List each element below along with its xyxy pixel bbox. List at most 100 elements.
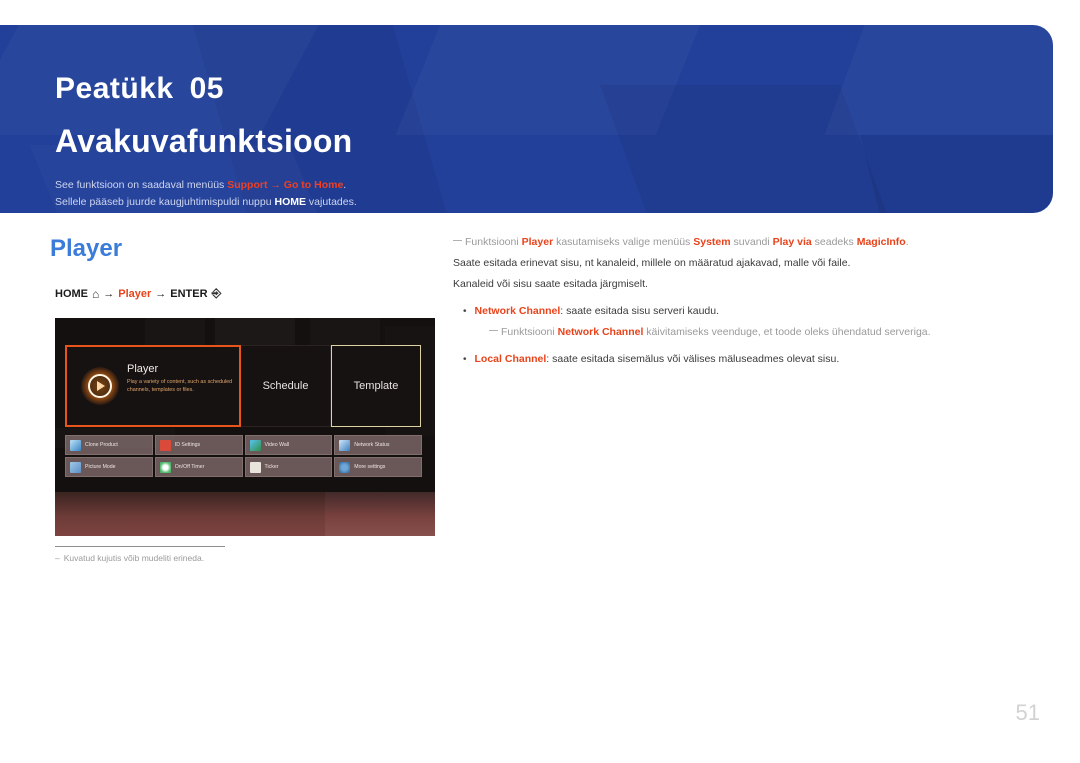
arrow-icon: →	[270, 179, 281, 191]
bullet-network-channel: • Network Channel: saate esitada sisu se…	[453, 301, 1033, 322]
ticker-icon	[249, 461, 261, 473]
note-dash-icon	[489, 329, 498, 332]
grid-item-label: Picture Mode	[85, 464, 116, 470]
caption-text: Kuvatud kujutis võib mudeliti erineda.	[63, 553, 205, 563]
tile-schedule[interactable]: Schedule	[241, 345, 331, 427]
breadcrumb-home: HOME	[55, 287, 88, 300]
breadcrumb-player: Player	[118, 287, 152, 300]
home-tiles: Player Play a variety of content, such a…	[65, 345, 421, 427]
figure-caption: – Kuvatud kujutis võib mudeliti erineda.	[55, 553, 204, 563]
grid-item-network-status[interactable]: Network Status	[334, 435, 422, 455]
clone-product-icon	[70, 439, 81, 451]
paragraph-2: Kanaleid või sisu saate esitada järgmise…	[453, 278, 648, 290]
grid-item-label: More settings	[354, 464, 386, 470]
note-text: suvandi	[730, 236, 773, 248]
chapter-banner: Peatükk 05 Avakuvafunktsioon See funktsio…	[0, 25, 1053, 213]
caption-dash: –	[55, 553, 60, 563]
note-text: käivitamiseks veenduge, et toode oleks ü…	[643, 326, 931, 338]
network-status-icon	[339, 439, 351, 451]
arrow-icon: →	[155, 287, 167, 300]
banner-note: See funktsioon on saadaval menüüs Suppor…	[55, 177, 357, 211]
tile-schedule-label: Schedule	[262, 380, 309, 392]
body-content: Funktsiooni Player kasutamiseks valige m…	[453, 232, 1033, 370]
banner-note-line-1: See funktsioon on saadaval menüüs Suppor…	[55, 177, 357, 194]
tile-template[interactable]: Template	[331, 345, 421, 427]
tile-template-label: Template	[353, 380, 399, 392]
term-network-channel: Network Channel	[557, 326, 644, 338]
breadcrumb: HOME ⌂ → Player → ENTER ⎆	[55, 286, 221, 301]
grid-item-more-settings[interactable]: More settings	[334, 457, 422, 477]
note-text: seadeks	[811, 236, 857, 248]
home-key-label: HOME	[274, 196, 307, 208]
video-wall-icon	[249, 439, 261, 451]
id-settings-icon	[159, 439, 171, 451]
tile-player[interactable]: Player Play a variety of content, such a…	[65, 345, 241, 427]
settings-grid: Clone Product ID Settings Video Wall Net…	[65, 435, 422, 479]
grid-item-ticker[interactable]: Ticker	[244, 457, 333, 477]
menu-magicinfo: MagicInfo	[856, 236, 906, 248]
tile-player-description: Play a variety of content, such as sched…	[127, 379, 233, 393]
note-period: .	[343, 179, 347, 191]
grid-item-label: Clone Product	[85, 442, 118, 448]
section-title: Player	[50, 235, 123, 262]
settings-grid-row: Clone Product ID Settings Video Wall Net…	[65, 435, 422, 455]
grid-item-video-wall[interactable]: Video Wall	[244, 435, 333, 455]
note-dash-icon	[453, 239, 462, 242]
grid-item-label: Video Wall	[264, 442, 290, 448]
banner-note-line-2: Sellele pääseb juurde kaugjuhtimispuldi …	[55, 194, 357, 211]
menu-go-to-home: Go to Home	[283, 179, 344, 191]
note-text: vajutades.	[306, 196, 357, 208]
bullet-local-channel: • Local Channel: saate esitada sisemälus…	[453, 349, 1033, 370]
bullet-icon: •	[463, 354, 467, 365]
grid-item-on-off-timer[interactable]: On/Off Timer	[154, 457, 243, 477]
enter-key-icon: ⎆	[211, 286, 222, 300]
note-text: Sellele pääseb juurde kaugjuhtimispuldi …	[55, 196, 275, 208]
paragraph-1: Saate esitada erinevat sisu, nt kanaleid…	[453, 257, 851, 269]
home-icon: ⌂	[92, 286, 100, 301]
grid-item-clone-product[interactable]: Clone Product	[65, 435, 153, 455]
page-number: 51	[1015, 700, 1040, 725]
menu-support: Support	[227, 179, 268, 191]
note-play-via: Funktsiooni Player kasutamiseks valige m…	[453, 232, 1033, 253]
note-text: .	[905, 236, 909, 248]
grid-item-picture-mode[interactable]: Picture Mode	[65, 457, 153, 477]
note-text: Funktsiooni	[501, 326, 558, 338]
bullet-icon: •	[463, 306, 467, 317]
tile-player-text: Player Play a variety of content, such a…	[127, 363, 235, 394]
grid-item-label: Network Status	[354, 442, 390, 448]
caption-divider	[55, 546, 225, 547]
manual-page: Peatükk 05 Avakuvafunktsioon See funktsio…	[0, 0, 1080, 763]
menu-play-via: Play via	[772, 236, 812, 248]
grid-item-label: ID Settings	[174, 442, 201, 448]
bullet-text: Network Channel: saate esitada sisu serv…	[475, 301, 720, 322]
chapter-word: Peatükk	[55, 72, 174, 105]
tile-player-label: Player	[127, 363, 159, 375]
note-text: Funktsiooni	[465, 236, 522, 248]
bullet-description: : saate esitada sisu serveri kaudu.	[560, 305, 720, 317]
menu-system: System	[693, 236, 731, 248]
note-text: kasutamiseks valige menüüs	[553, 236, 694, 248]
picture-mode-icon	[70, 461, 81, 473]
product-screenshot: Player Play a variety of content, such a…	[55, 318, 435, 536]
term-network-channel: Network Channel	[474, 305, 561, 317]
screenshot-footer-bar-right	[325, 492, 435, 536]
page-title: Avakuvafunktsioon	[55, 123, 353, 159]
on-off-timer-icon	[159, 461, 171, 473]
banner-facet	[860, 135, 1053, 213]
grid-item-label: On/Off Timer	[174, 464, 205, 470]
grid-item-id-settings[interactable]: ID Settings	[154, 435, 243, 455]
grid-item-label: Ticker	[264, 464, 279, 470]
arrow-icon: →	[103, 287, 115, 300]
play-circle-icon	[81, 367, 119, 405]
subnote-network-channel: Funktsiooni Network Channel käivitamisek…	[453, 322, 1033, 343]
more-settings-icon	[339, 461, 351, 473]
note-text: See funktsioon on saadaval menüüs	[55, 179, 228, 191]
term-local-channel: Local Channel	[474, 353, 547, 365]
settings-grid-row: Picture Mode On/Off Timer Ticker More se…	[65, 457, 422, 477]
bullet-text: Local Channel: saate esitada sisemälus v…	[475, 349, 840, 370]
menu-player: Player	[521, 236, 554, 248]
banner-facet	[825, 25, 1053, 135]
chapter-number: 05	[189, 72, 224, 105]
chapter-label: Peatükk 05	[55, 72, 224, 106]
breadcrumb-enter: ENTER	[170, 287, 208, 300]
